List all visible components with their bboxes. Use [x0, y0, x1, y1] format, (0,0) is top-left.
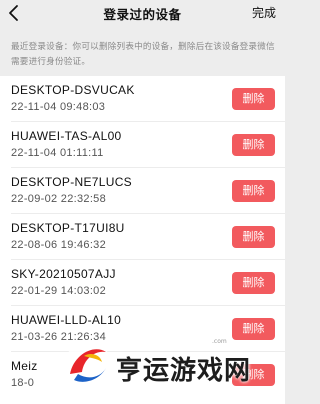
device-name: HUAWEI-LLD-AL10: [11, 313, 122, 327]
device-row: DESKTOP-NE7LUCS 22-09-02 22:32:58 删除: [0, 168, 285, 214]
device-name: DESKTOP-NE7LUCS: [11, 175, 132, 189]
device-name: Meiz: [11, 359, 38, 373]
delete-button[interactable]: 删除: [232, 226, 275, 248]
device-login-time: 18-0: [11, 377, 35, 389]
device-row: DESKTOP-T17UI8U 22-08-06 19:46:32 删除: [0, 214, 285, 260]
device-name: SKY-20210507AJJ: [11, 267, 116, 281]
notice-text: 最近登录设备：你可以删除列表中的设备，删除后在该设备登录微信需要进行身份验证。: [11, 42, 275, 67]
delete-button[interactable]: 删除: [232, 134, 275, 156]
navbar: 登录过的设备 完成: [0, 0, 285, 26]
delete-button[interactable]: 删除: [232, 180, 275, 202]
delete-button[interactable]: 删除: [232, 318, 275, 340]
device-login-time: 21-03-26 21:26:34: [11, 331, 107, 343]
device-row: HUAWEI-TAS-AL00 22-11-04 01:11:11 删除: [0, 122, 285, 168]
device-list: DESKTOP-DSVUCAK 22-11-04 09:48:03 删除 HUA…: [0, 76, 285, 404]
device-name: HUAWEI-TAS-AL00: [11, 129, 122, 143]
device-name: DESKTOP-DSVUCAK: [11, 83, 135, 97]
device-row: DESKTOP-DSVUCAK 22-11-04 09:48:03 删除: [0, 76, 285, 122]
device-login-time: 22-09-02 22:32:58: [11, 193, 107, 205]
page-title: 登录过的设备: [103, 7, 182, 22]
device-login-time: 22-11-04 01:11:11: [11, 147, 104, 159]
delete-button[interactable]: 删除: [232, 364, 275, 386]
device-login-time: 22-01-29 14:03:02: [11, 285, 107, 297]
device-login-time: 22-08-06 19:46:32: [11, 239, 107, 251]
device-row: SKY-20210507AJJ 22-01-29 14:03:02 删除: [0, 260, 285, 306]
device-login-time: 22-11-04 09:48:03: [11, 101, 106, 113]
done-button[interactable]: 完成: [252, 4, 276, 21]
delete-button[interactable]: 删除: [232, 272, 275, 294]
device-name: DESKTOP-T17UI8U: [11, 221, 125, 235]
delete-button[interactable]: 删除: [232, 88, 275, 110]
device-row: Meiz 18-0 删除: [0, 352, 285, 398]
device-row: HUAWEI-LLD-AL10 21-03-26 21:26:34 删除: [0, 306, 285, 352]
